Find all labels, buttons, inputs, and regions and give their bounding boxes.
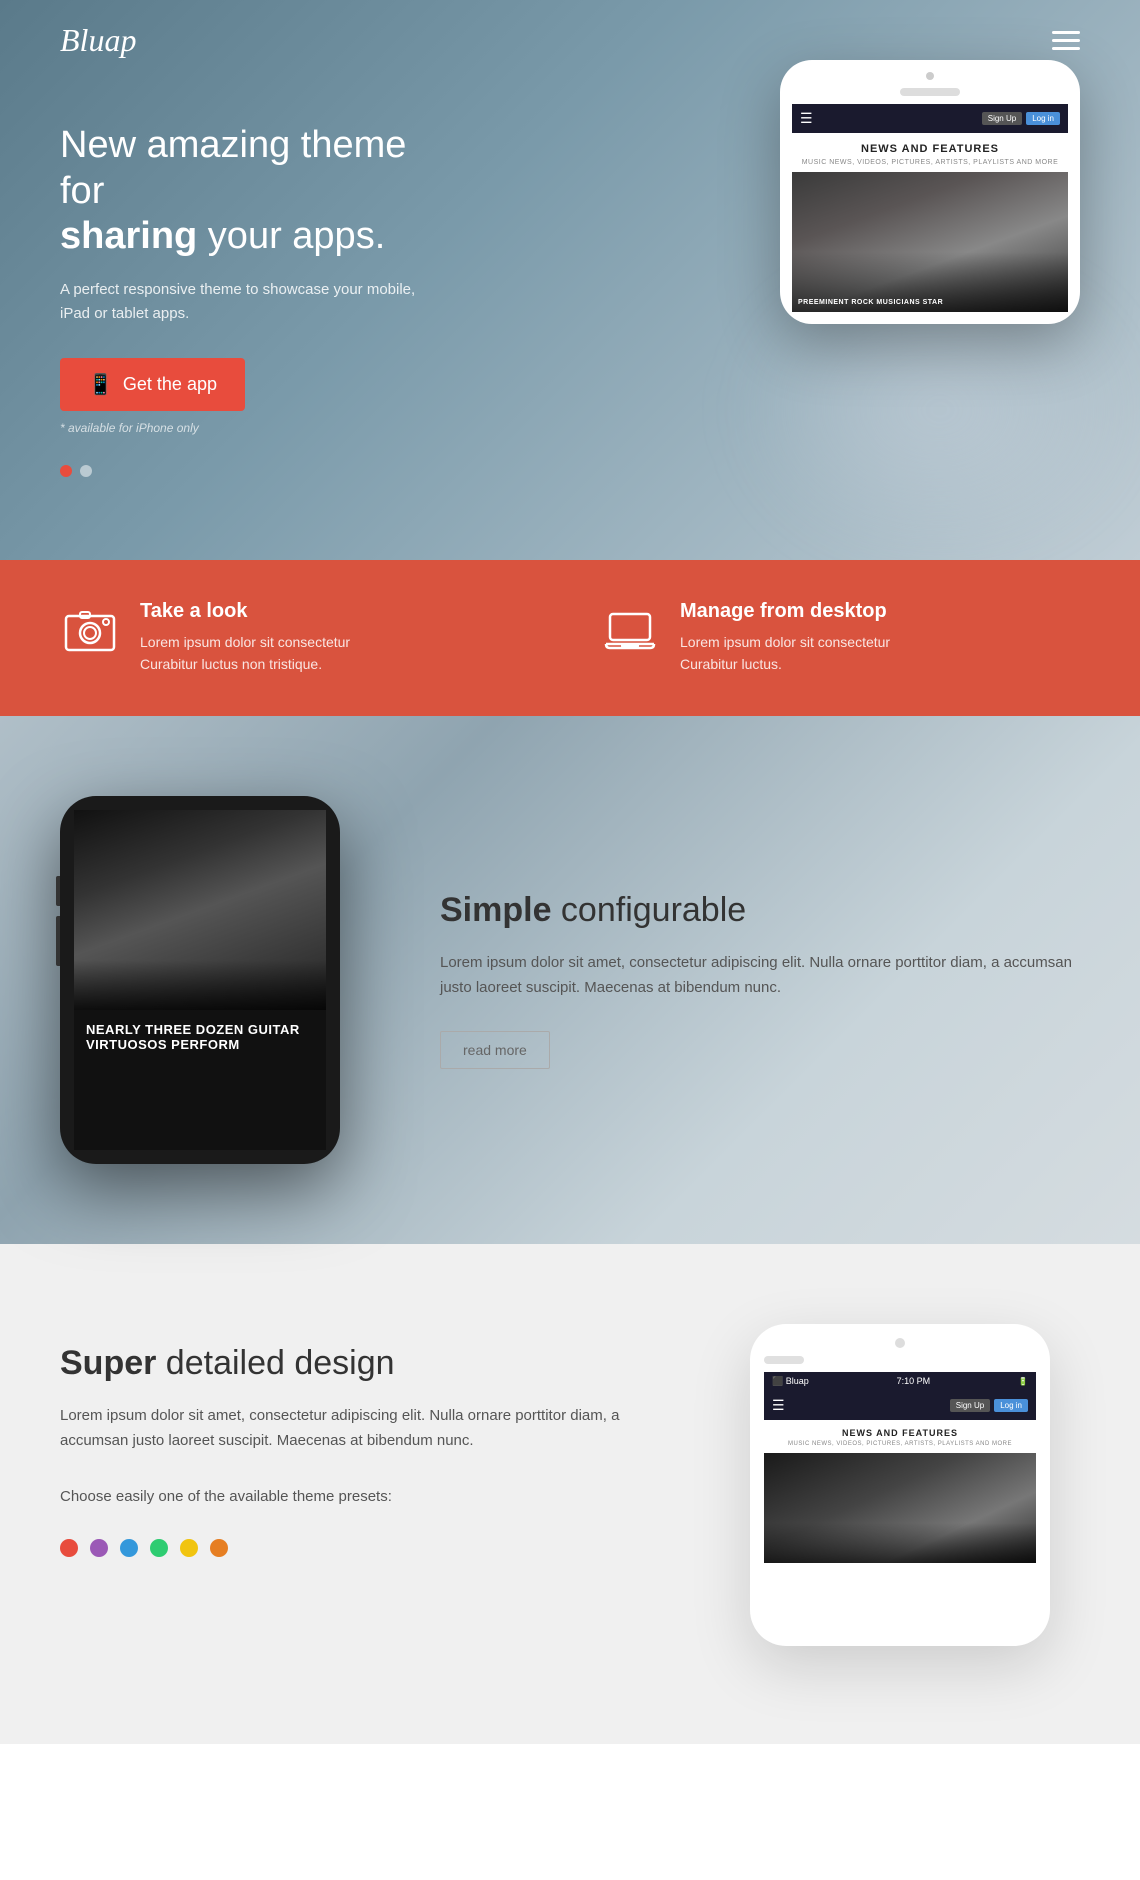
feature-1-desc: Lorem ipsum dolor sit consectetur Curabi… — [140, 631, 350, 676]
side-button-2 — [56, 916, 60, 966]
feature-1-title: Take a look — [140, 600, 350, 623]
phone-speaker — [900, 88, 960, 96]
feature-1-text: Take a look Lorem ipsum dolor sit consec… — [140, 600, 350, 676]
hero-title: New amazing theme for sharing your apps. — [60, 123, 420, 260]
hero-available-note: * available for iPhone only — [60, 421, 420, 435]
phone-status-bar: ⬛ Bluap 7:10 PM 🔋 — [764, 1372, 1036, 1391]
simple-text-block: Simple configurable Lorem ipsum dolor si… — [440, 891, 1080, 1069]
phone-screen: ☰ Sign Up Log in NEWS AND FEATURES MUSIC… — [792, 104, 1068, 312]
phone-app-signup: Sign Up — [950, 1399, 990, 1412]
phone-icon: 📱 — [88, 372, 113, 397]
get-app-button[interactable]: 📱 Get the app — [60, 358, 245, 411]
phone-image-caption: PREEMINENT ROCK MUSICIANS STAR — [798, 299, 943, 306]
super-phone-frame: ⬛ Bluap 7:10 PM 🔋 ☰ Sign Up Log in NEWS … — [750, 1324, 1050, 1646]
phone-top-area — [764, 1338, 1036, 1348]
super-phone-mockup: ⬛ Bluap 7:10 PM 🔋 ☰ Sign Up Log in NEWS … — [720, 1324, 1080, 1646]
hero-dots — [60, 465, 420, 477]
dark-phone-screen: NEARLY THREE DOZEN GUITAR VIRTUOSOS PERF… — [74, 810, 326, 1150]
hero-dot-1[interactable] — [60, 465, 72, 477]
logo: Bluap — [60, 22, 136, 59]
hero-phone-mockup: ☰ Sign Up Log in NEWS AND FEATURES MUSIC… — [780, 60, 1080, 324]
super-phone-image — [764, 1453, 1036, 1563]
hero-content: New amazing theme for sharing your apps.… — [0, 23, 480, 537]
super-title: Super detailed design — [60, 1344, 660, 1383]
phone-time: 7:10 PM — [897, 1376, 931, 1386]
hamburger-menu[interactable] — [1052, 31, 1080, 50]
dark-phone-image — [74, 810, 326, 1010]
laptop-icon — [600, 600, 660, 660]
section-simple: NEARLY THREE DOZEN GUITAR VIRTUOSOS PERF… — [0, 716, 1140, 1244]
color-dot-orange[interactable] — [210, 1539, 228, 1557]
feature-2-desc: Lorem ipsum dolor sit consectetur Curabi… — [680, 631, 890, 676]
phone-news-title: NEWS AND FEATURES — [792, 133, 1068, 159]
dark-phone-caption: NEARLY THREE DOZEN GUITAR VIRTUOSOS PERF… — [74, 1010, 326, 1064]
phone-menu-icon: ☰ — [800, 110, 813, 127]
phone-app-menu: ☰ — [772, 1397, 785, 1414]
phone-app-btns: Sign Up Log in — [950, 1399, 1028, 1412]
navbar: Bluap — [0, 0, 1140, 81]
super-news-title: NEWS AND FEATURES — [764, 1420, 1036, 1441]
phone-signup-btn: Sign Up — [982, 112, 1022, 125]
hero-title-bold: sharing — [60, 215, 197, 257]
phone-battery: 🔋 — [1018, 1377, 1028, 1386]
phone-app-login: Log in — [994, 1399, 1028, 1412]
phone-white-frame: ☰ Sign Up Log in NEWS AND FEATURES MUSIC… — [780, 60, 1080, 324]
simple-title-bold: Simple — [440, 891, 551, 929]
feature-item-2: Manage from desktop Lorem ipsum dolor si… — [600, 600, 1080, 676]
simple-title: Simple configurable — [440, 891, 1080, 930]
hero-title-normal: New amazing theme for — [60, 124, 406, 212]
color-dot-red[interactable] — [60, 1539, 78, 1557]
spacer — [764, 1364, 1036, 1372]
feature-2-text: Manage from desktop Lorem ipsum dolor si… — [680, 600, 890, 676]
phone-hero-image: PREEMINENT ROCK MUSICIANS STAR — [792, 172, 1068, 312]
phone-app-name: ⬛ Bluap — [772, 1376, 809, 1387]
simple-phone-mockup: NEARLY THREE DOZEN GUITAR VIRTUOSOS PERF… — [60, 796, 380, 1164]
color-dot-purple[interactable] — [90, 1539, 108, 1557]
hamburger-line-3 — [1052, 47, 1080, 50]
phone-home-btn — [764, 1356, 804, 1364]
feature-item-1: Take a look Lorem ipsum dolor sit consec… — [60, 600, 540, 676]
hero-subtitle: A perfect responsive theme to showcase y… — [60, 278, 420, 326]
super-phone-screen: ⬛ Bluap 7:10 PM 🔋 ☰ Sign Up Log in NEWS … — [764, 1372, 1036, 1632]
color-presets-dots — [60, 1539, 660, 1557]
phone-front-cam — [895, 1338, 905, 1348]
hamburger-line-2 — [1052, 39, 1080, 42]
hero-title-end: your apps. — [197, 215, 385, 257]
phone-login-btn: Log in — [1026, 112, 1060, 125]
hero-dot-2[interactable] — [80, 465, 92, 477]
super-body: Lorem ipsum dolor sit amet, consectetur … — [60, 1403, 660, 1454]
super-title-normal: detailed design — [156, 1344, 394, 1382]
phone-news-subtitle: MUSIC NEWS, VIDEOS, PICTURES, ARTISTS, P… — [792, 159, 1068, 172]
phone-auth-buttons: Sign Up Log in — [982, 112, 1060, 125]
hero-section: New amazing theme for sharing your apps.… — [0, 0, 1140, 560]
hamburger-line-1 — [1052, 31, 1080, 34]
dark-phone-frame: NEARLY THREE DOZEN GUITAR VIRTUOSOS PERF… — [60, 796, 340, 1164]
section-super: Super detailed design Lorem ipsum dolor … — [0, 1244, 1140, 1744]
color-dot-blue[interactable] — [120, 1539, 138, 1557]
feature-2-title: Manage from desktop — [680, 600, 890, 623]
simple-title-normal: configurable — [551, 891, 746, 929]
simple-body: Lorem ipsum dolor sit amet, consectetur … — [440, 950, 1080, 1001]
read-more-button[interactable]: read more — [440, 1031, 550, 1069]
features-bar: Take a look Lorem ipsum dolor sit consec… — [0, 560, 1140, 716]
color-dot-yellow[interactable] — [180, 1539, 198, 1557]
get-app-label: Get the app — [123, 374, 217, 395]
phone-app-header: ☰ Sign Up Log in — [764, 1391, 1036, 1420]
super-title-bold: Super — [60, 1344, 156, 1382]
side-button-1 — [56, 876, 60, 906]
super-news-sub: MUSIC NEWS, VIDEOS, PICTURES, ARTISTS, P… — [764, 1441, 1036, 1453]
color-dot-green[interactable] — [150, 1539, 168, 1557]
phone-header-bar: ☰ Sign Up Log in — [792, 104, 1068, 133]
color-presets-label: Choose easily one of the available theme… — [60, 1484, 660, 1510]
camera-icon — [60, 600, 120, 660]
super-text-block: Super detailed design Lorem ipsum dolor … — [60, 1324, 660, 1558]
